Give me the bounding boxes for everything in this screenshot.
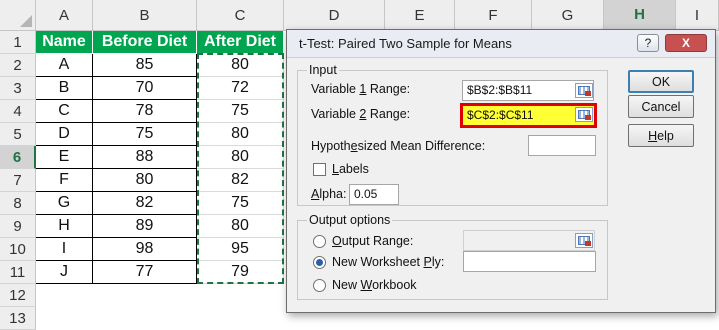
dialog-title: t-Test: Paired Two Sample for Means [299,36,512,51]
column-header-f[interactable]: F [455,0,532,31]
labels-label: Labels [332,162,369,176]
table-cell-name[interactable]: A [36,54,93,77]
table-cell-name[interactable]: I [36,238,93,261]
table-cell-after[interactable]: 75 [197,100,284,123]
variable1-label: Variable 1 Range: [311,82,411,96]
row-header-5[interactable]: 5 [0,123,36,146]
column-header-a[interactable]: A [36,0,93,31]
table-cell-before[interactable]: 77 [93,261,197,284]
output-range-radio[interactable] [313,235,326,248]
cancel-button[interactable]: Cancel [628,95,694,118]
table-header-name[interactable]: Name [36,31,93,54]
new-worksheet-ply-input[interactable] [463,251,596,272]
close-button[interactable]: X [665,34,707,52]
column-header-b[interactable]: B [93,0,197,31]
table-cell-after[interactable]: 80 [197,146,284,169]
table-cell-after[interactable]: 82 [197,169,284,192]
table-cell-name[interactable]: E [36,146,93,169]
table-cell-name[interactable]: D [36,123,93,146]
row-header-2[interactable]: 2 [0,54,36,77]
output-range-label: Output Range: [332,234,414,248]
help-button[interactable]: Help [628,124,694,147]
column-header-h[interactable]: H [604,0,676,31]
row-header-6[interactable]: 6 [0,146,36,169]
table-cell-before[interactable]: 80 [93,169,197,192]
dialog-titlebar[interactable]: t-Test: Paired Two Sample for Means ? X [287,30,715,58]
variable2-label: Variable 2 Range: [311,107,411,121]
table-header-after-diet[interactable]: After Diet [197,31,284,54]
table-cell-before[interactable]: 78 [93,100,197,123]
input-group-label: Input [307,63,339,77]
ok-button[interactable]: OK [628,70,694,93]
help-question-button[interactable]: ? [637,34,659,52]
select-all-triangle-icon [20,15,32,27]
table-cell-after[interactable]: 75 [197,192,284,215]
ttest-dialog: t-Test: Paired Two Sample for Means ? X … [286,29,716,313]
row-header-13[interactable]: 13 [0,307,36,330]
new-workbook-radio[interactable] [313,279,326,292]
table-cell-after[interactable]: 95 [197,238,284,261]
row-header-8[interactable]: 8 [0,192,36,215]
select-all-corner[interactable] [0,0,36,31]
table-cell-before[interactable]: 85 [93,54,197,77]
row-header-7[interactable]: 7 [0,169,36,192]
hypothesized-mean-difference-label: Hypothesized Mean Difference: [311,139,486,153]
column-header-d[interactable]: D [284,0,385,31]
new-workbook-label: New Workbook [332,278,417,292]
column-header-i[interactable]: I [676,0,719,31]
table-cell-after[interactable]: 80 [197,54,284,77]
collapse-dialog-icon[interactable] [575,83,593,98]
labels-checkbox[interactable] [313,163,326,176]
table-cell-after[interactable]: 80 [197,123,284,146]
hypothesized-mean-difference-input[interactable] [528,135,596,156]
alpha-input[interactable]: 0.05 [349,184,399,205]
table-cell-name[interactable]: C [36,100,93,123]
new-worksheet-ply-label: New Worksheet Ply: [332,255,445,269]
table-cell-before[interactable]: 88 [93,146,197,169]
row-header-3[interactable]: 3 [0,77,36,100]
alpha-label: Alpha: [311,187,347,201]
column-header-e[interactable]: E [385,0,455,31]
row-header-9[interactable]: 9 [0,215,36,238]
row-header-11[interactable]: 11 [0,261,36,284]
table-cell-before[interactable]: 75 [93,123,197,146]
collapse-dialog-icon[interactable] [575,233,593,248]
table-cell-before[interactable]: 89 [93,215,197,238]
output-options-label: Output options [307,213,393,227]
table-cell-after[interactable]: 80 [197,215,284,238]
table-cell-name[interactable]: G [36,192,93,215]
column-header-c[interactable]: C [197,0,284,31]
row-header-10[interactable]: 10 [0,238,36,261]
table-cell-name[interactable]: H [36,215,93,238]
table-cell-after[interactable]: 79 [197,261,284,284]
row-header-1[interactable]: 1 [0,31,36,54]
table-cell-before[interactable]: 70 [93,77,197,100]
row-header-4[interactable]: 4 [0,100,36,123]
column-header-g[interactable]: G [532,0,604,31]
row-header-12[interactable]: 12 [0,284,36,307]
new-worksheet-ply-radio[interactable] [313,256,326,269]
table-cell-name[interactable]: J [36,261,93,284]
table-cell-before[interactable]: 98 [93,238,197,261]
table-cell-after[interactable]: 72 [197,77,284,100]
table-cell-name[interactable]: F [36,169,93,192]
collapse-dialog-icon[interactable] [575,107,593,122]
table-cell-before[interactable]: 82 [93,192,197,215]
table-cell-name[interactable]: B [36,77,93,100]
table-header-before-diet[interactable]: Before Diet [93,31,197,54]
